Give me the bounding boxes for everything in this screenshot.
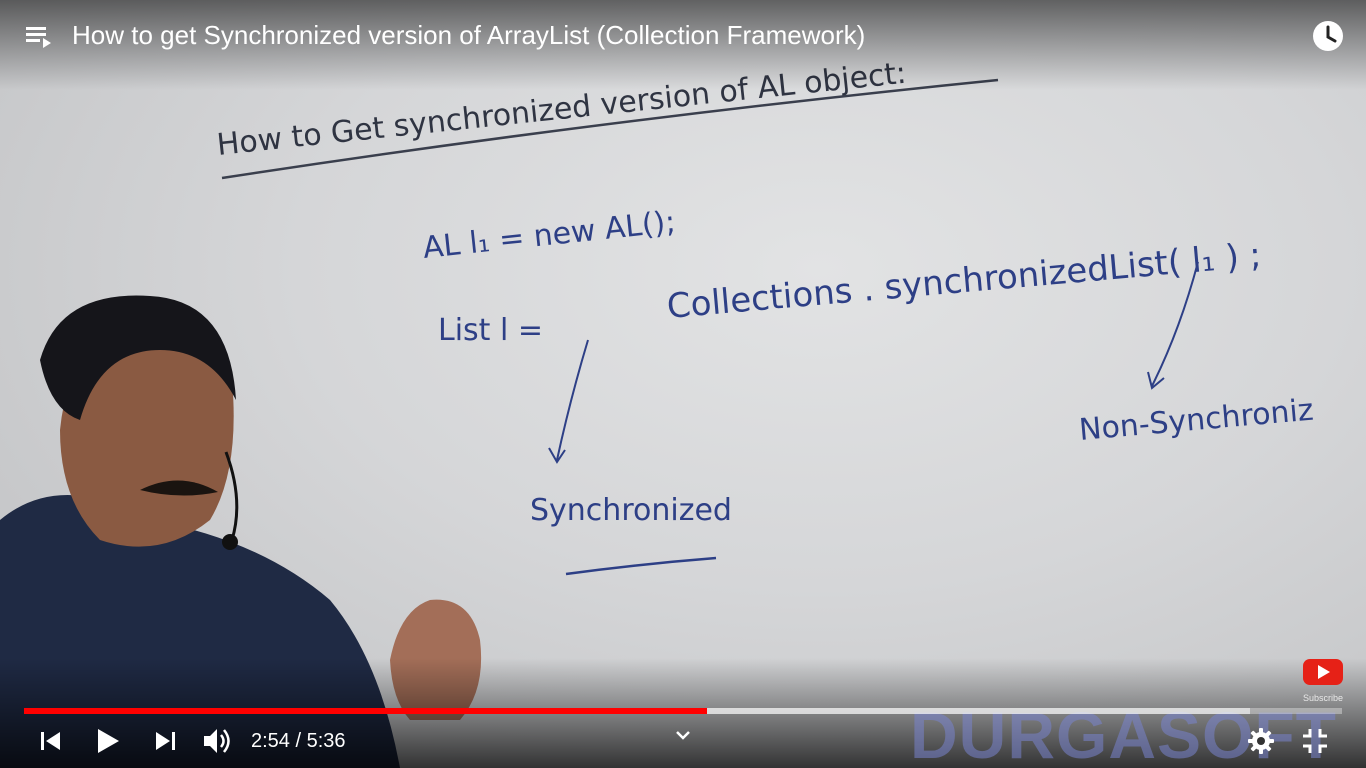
board-note-right: Non-Synchroniz	[1078, 393, 1315, 448]
clock-icon[interactable]	[1311, 19, 1345, 53]
skip-next-icon[interactable]	[152, 728, 178, 759]
chevron-down-icon[interactable]	[674, 728, 692, 747]
arrow-left	[548, 339, 589, 464]
title-bar: How to get Synchronized version of Array…	[0, 0, 1366, 72]
subscribe-button[interactable]: Subscribe	[1300, 658, 1346, 703]
playlist-icon[interactable]	[24, 22, 56, 52]
progress-played	[24, 708, 707, 714]
video-title[interactable]: How to get Synchronized version of Array…	[72, 20, 865, 51]
exit-fullscreen-icon[interactable]	[1300, 726, 1330, 761]
time-display: 2:54 / 5:36	[251, 730, 346, 752]
controls-bar: 2:54 / 5:36	[0, 716, 1366, 768]
note-left-underline	[565, 556, 717, 576]
volume-icon[interactable]	[202, 726, 234, 761]
skip-previous-icon[interactable]	[38, 728, 64, 759]
board-note-left: Synchronized	[530, 493, 732, 528]
video-player[interactable]: How to Get synchronized version of AL ob…	[0, 0, 1366, 768]
youtube-logo-icon	[1303, 659, 1343, 685]
play-icon[interactable]	[94, 726, 122, 761]
board-line2-rhs: Collections . synchronizedList( l₁ ) ;	[665, 235, 1262, 327]
progress-bar[interactable]	[24, 708, 1342, 714]
presenter-image	[0, 295, 482, 768]
gear-icon[interactable]	[1246, 726, 1276, 761]
